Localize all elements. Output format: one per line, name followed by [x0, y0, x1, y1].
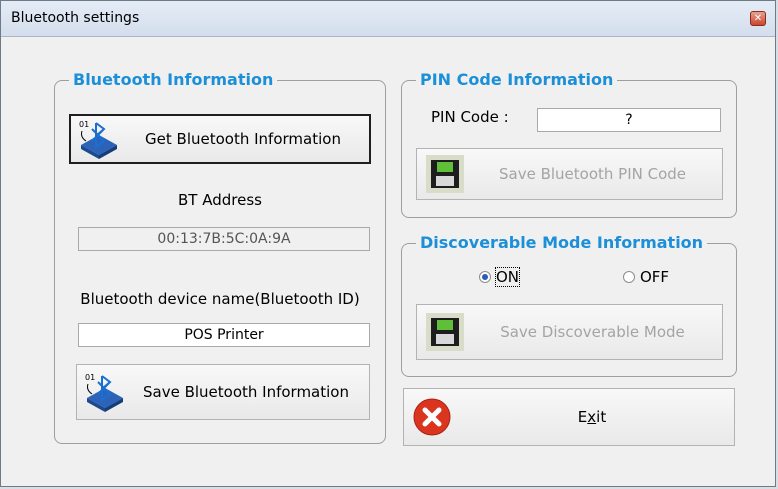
svg-text:01: 01 [85, 373, 95, 382]
discoverable-mode-information-legend: Discoverable Mode Information [416, 234, 708, 252]
floppy-disk-icon [426, 313, 464, 351]
radio-selected-indicator [479, 271, 491, 283]
bluetooth-information-group: Bluetooth Information 01 Get Bluetooth I… [54, 71, 386, 444]
bluetooth-information-legend: Bluetooth Information [69, 71, 278, 89]
radio-unselected-indicator [623, 271, 635, 283]
save-bluetooth-pin-code-label: Save Bluetooth PIN Code [498, 165, 687, 183]
discoverable-on-radio[interactable]: ON [479, 267, 521, 287]
get-bluetooth-information-button[interactable]: 01 Get Bluetooth Information [69, 114, 371, 164]
get-bluetooth-information-label: Get Bluetooth Information [145, 130, 341, 148]
close-window-button[interactable]: ✕ [750, 11, 766, 26]
discoverable-off-label: OFF [640, 268, 670, 286]
device-name-label: Bluetooth device name(Bluetooth ID) [80, 290, 360, 308]
bluetooth-settings-window: Bluetooth settings ✕ Bluetooth Informati… [0, 0, 776, 487]
bluetooth-icon: 01 [79, 120, 117, 159]
bt-address-field[interactable]: 00:13:7B:5C:0A:9A [78, 227, 370, 251]
device-name-field[interactable]: POS Printer [78, 323, 370, 347]
save-discoverable-mode-button[interactable]: Save Discoverable Mode [416, 304, 723, 360]
pin-code-label: PIN Code : [431, 108, 509, 126]
dialog-client-area: Bluetooth Information 01 Get Bluetooth I… [9, 37, 767, 459]
exit-x-icon [413, 398, 451, 436]
close-icon: ✕ [753, 13, 763, 24]
bt-address-label: BT Address [178, 191, 262, 209]
pin-code-information-legend: PIN Code Information [416, 71, 618, 89]
save-discoverable-mode-label: Save Discoverable Mode [500, 323, 685, 341]
discoverable-off-radio[interactable]: OFF [623, 268, 669, 286]
window-title: Bluetooth settings [11, 10, 140, 26]
floppy-disk-icon [426, 155, 464, 193]
save-bluetooth-information-label: Save Bluetooth Information [142, 383, 349, 401]
discoverable-on-label: ON [494, 267, 521, 287]
exit-button[interactable]: Exit [403, 388, 735, 446]
exit-label: Exit [577, 408, 607, 426]
bluetooth-icon: 01 [85, 373, 123, 412]
discoverable-mode-information-group: Discoverable Mode Information ON OFF Sav… [401, 234, 737, 377]
title-bar[interactable]: Bluetooth settings ✕ [1, 1, 775, 37]
pin-code-information-group: PIN Code Information PIN Code : ? Save B… [401, 71, 737, 218]
save-bluetooth-information-button[interactable]: 01 Save Bluetooth Information [76, 364, 370, 420]
save-bluetooth-pin-code-button[interactable]: Save Bluetooth PIN Code [416, 148, 723, 200]
svg-text:01: 01 [79, 120, 89, 129]
pin-code-field[interactable]: ? [537, 108, 721, 132]
